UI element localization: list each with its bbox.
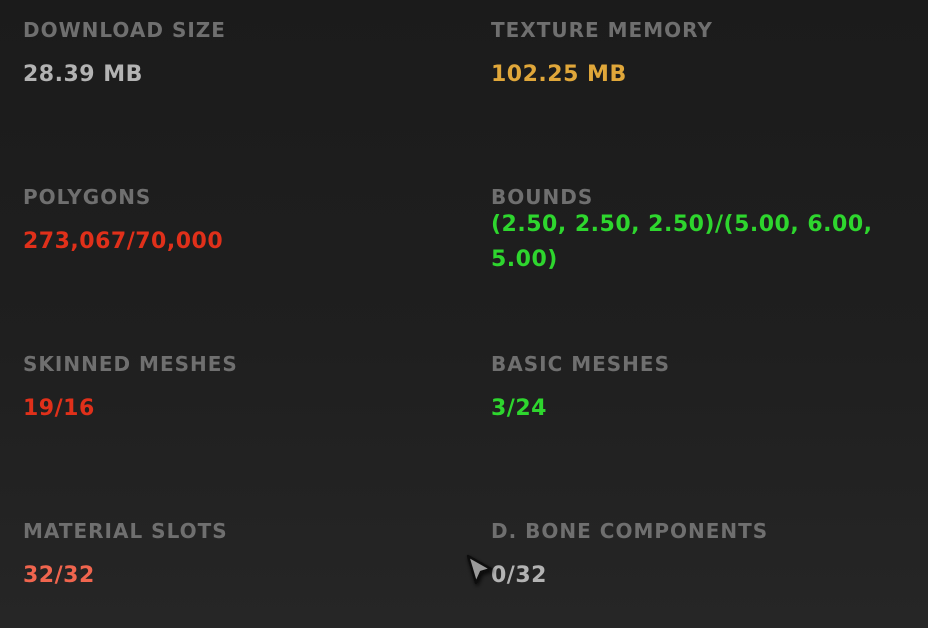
- stat-material-slots: MATERIAL SLOTS 32/32: [23, 519, 443, 593]
- stat-label: SKINNED MESHES: [23, 352, 238, 376]
- stat-label: BOUNDS: [491, 185, 594, 209]
- stat-value: 32/32: [23, 563, 95, 588]
- stat-polygons: POLYGONS 273,067/70,000: [23, 185, 443, 259]
- stat-label: MATERIAL SLOTS: [23, 519, 228, 543]
- stat-skinned-meshes: SKINNED MESHES 19/16: [23, 352, 443, 426]
- stat-label: D. BONE COMPONENTS: [491, 519, 769, 543]
- stat-label: BASIC MESHES: [491, 352, 670, 376]
- stat-value: (2.50, 2.50, 2.50)/(5.00, 6.00, 5.00): [491, 212, 873, 272]
- stat-d-bone-components: D. BONE COMPONENTS 0/32: [491, 519, 911, 593]
- stat-value: 19/16: [23, 396, 95, 421]
- stat-download-size: DOWNLOAD SIZE 28.39 MB: [23, 18, 443, 92]
- stat-value: 28.39 MB: [23, 62, 143, 87]
- stat-texture-memory: TEXTURE MEMORY 102.25 MB: [491, 18, 911, 92]
- stat-value: 0/32: [491, 563, 547, 588]
- mouse-pointer-icon: [466, 554, 493, 585]
- avatar-stats-panel: DOWNLOAD SIZE 28.39 MB TEXTURE MEMORY 10…: [0, 0, 928, 628]
- stat-label: TEXTURE MEMORY: [491, 18, 713, 42]
- stat-label: DOWNLOAD SIZE: [23, 18, 226, 42]
- stat-basic-meshes: BASIC MESHES 3/24: [491, 352, 911, 426]
- stat-value: 102.25 MB: [491, 62, 627, 87]
- stat-bounds: BOUNDS (2.50, 2.50, 2.50)/(5.00, 6.00, 5…: [491, 185, 911, 277]
- stat-label: POLYGONS: [23, 185, 152, 209]
- stat-value: 3/24: [491, 396, 547, 421]
- stat-value: 273,067/70,000: [23, 229, 224, 254]
